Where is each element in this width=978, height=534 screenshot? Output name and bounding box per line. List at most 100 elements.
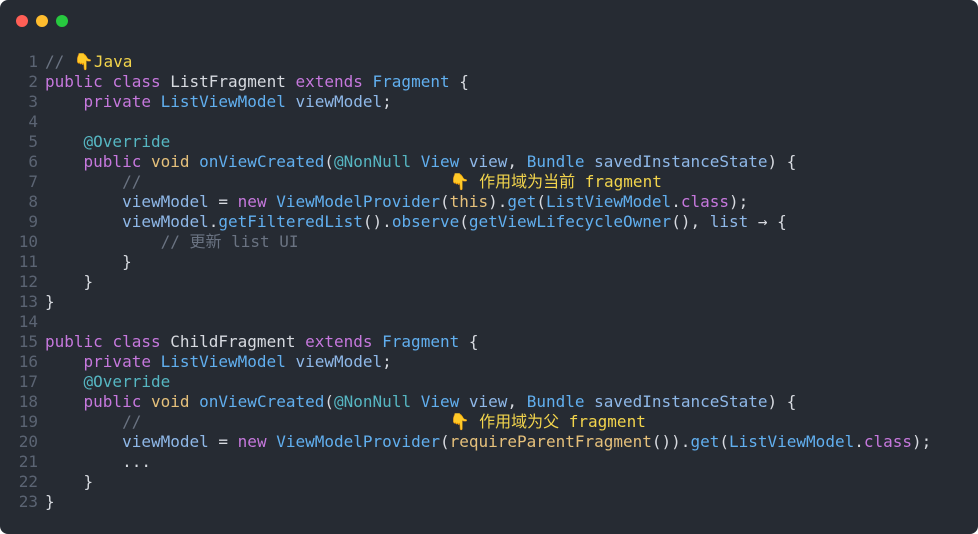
- pointing-down-icon: 👇: [449, 412, 470, 431]
- code-line: 14: [0, 312, 978, 332]
- line-number: 7: [28, 172, 38, 191]
- code-token: extends: [295, 72, 373, 91]
- code-token: get: [507, 192, 537, 211]
- code-token: void: [150, 392, 200, 411]
- code-editor[interactable]: 1// 👇Java 2 public class ListFragment exte…: [0, 52, 978, 512]
- line-number: 22: [18, 472, 38, 491]
- code-token: //: [122, 172, 450, 191]
- code-text: @Override: [38, 372, 171, 392]
- code-token: new: [237, 432, 277, 451]
- code-token: (: [719, 432, 729, 451]
- code-line: 17 @Override: [0, 372, 978, 392]
- code-token: }: [122, 252, 132, 271]
- code-token: observe: [391, 212, 460, 231]
- code-text: }: [38, 272, 94, 292]
- code-token: ...: [122, 452, 151, 471]
- code-line: 21 ...: [0, 452, 978, 472]
- code-token: =: [208, 432, 238, 451]
- line-number: 3: [28, 92, 38, 111]
- code-window: 1// 👇Java 2 public class ListFragment exte…: [0, 0, 978, 534]
- line-number: 10: [18, 232, 38, 251]
- code-token: onViewCreated: [199, 392, 325, 411]
- code-token: view: [468, 392, 508, 411]
- code-token: );: [729, 192, 749, 211]
- code-text: }: [38, 252, 132, 272]
- line-number: 13: [18, 292, 38, 311]
- code-token: private: [83, 352, 161, 371]
- code-token: 作用域为父 fragment: [469, 412, 646, 431]
- code-text: }: [38, 292, 55, 312]
- code-token: .: [854, 432, 864, 451]
- code-token: (: [439, 432, 450, 451]
- code-token: → {: [748, 212, 787, 231]
- line-number: 15: [18, 332, 38, 351]
- code-line: 11 }: [0, 252, 978, 272]
- code-token: {: [449, 72, 469, 91]
- code-line: 13}: [0, 292, 978, 312]
- code-line: 10 // 更新 list UI: [0, 232, 978, 252]
- code-token: getViewLifecycleOwner: [468, 212, 672, 231]
- code-token: view: [468, 152, 508, 171]
- line-number: 18: [18, 392, 38, 411]
- maximize-button[interactable]: [56, 15, 68, 27]
- code-line: 19 // 👇 作用域为父 fragment: [0, 412, 978, 432]
- code-token: ,: [507, 152, 527, 171]
- code-token: savedInstanceState: [594, 152, 768, 171]
- minimize-button[interactable]: [36, 15, 48, 27]
- code-token: (: [324, 392, 335, 411]
- close-button[interactable]: [16, 15, 28, 27]
- code-token: viewModel: [122, 212, 209, 231]
- code-token: get: [690, 432, 720, 451]
- line-number: 23: [18, 492, 38, 511]
- code-token: .: [671, 192, 681, 211]
- line-number: 20: [18, 432, 38, 451]
- code-text: viewModel.getFilteredList().observe(getV…: [38, 212, 787, 232]
- code-token: ListViewModel: [728, 432, 855, 451]
- code-text: private ListViewModel viewModel;: [38, 352, 392, 372]
- code-token: viewModel: [122, 192, 209, 211]
- code-text: public class ChildFragment extends Fragm…: [38, 332, 478, 352]
- code-token: (: [536, 192, 546, 211]
- code-token: View: [420, 152, 469, 171]
- code-token: ChildFragment: [170, 332, 306, 351]
- code-token: ).: [488, 192, 508, 211]
- code-token: }: [45, 492, 55, 511]
- line-number: 6: [28, 152, 38, 171]
- code-token: public: [45, 72, 113, 91]
- line-number: 12: [18, 272, 38, 291]
- code-line: 7 // 👇 作用域为当前 fragment: [0, 172, 978, 192]
- code-text: public void onViewCreated(@NonNull View …: [38, 152, 797, 172]
- code-token: Fragment: [372, 72, 450, 91]
- code-token: public: [83, 392, 151, 411]
- code-token: this: [449, 192, 489, 211]
- code-token: class: [863, 432, 913, 451]
- line-number: 5: [28, 132, 38, 151]
- code-token: //: [122, 412, 450, 431]
- code-text: // 👇Java: [38, 52, 132, 72]
- line-number: 11: [18, 252, 38, 271]
- code-token: }: [83, 472, 94, 491]
- code-line: 12 }: [0, 272, 978, 292]
- code-token: (),: [671, 212, 710, 231]
- code-text: }: [38, 472, 94, 492]
- code-line: 16 private ListViewModel viewModel;: [0, 352, 978, 372]
- code-text: ...: [38, 452, 151, 472]
- code-line: 4: [0, 112, 978, 132]
- code-token: new: [237, 192, 277, 211]
- code-line: 9 viewModel.getFilteredList().observe(ge…: [0, 212, 978, 232]
- line-number: 9: [28, 212, 38, 231]
- code-token: ViewModelProvider: [276, 432, 440, 451]
- code-line: 20 viewModel = new ViewModelProvider(req…: [0, 432, 978, 452]
- code-text: public class ListFragment extends Fragme…: [38, 72, 469, 92]
